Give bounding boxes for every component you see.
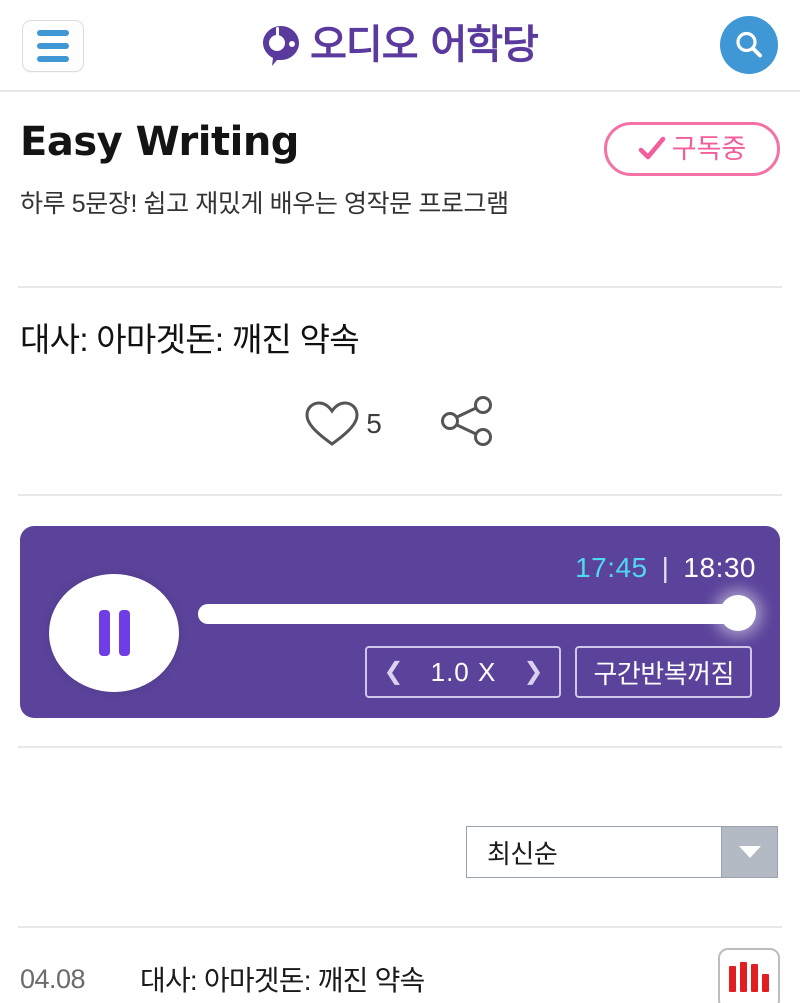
total-time: 18:30 xyxy=(683,552,756,584)
like-count: 5 xyxy=(366,407,382,439)
now-playing-button[interactable] xyxy=(718,948,780,1003)
pause-icon-bar xyxy=(118,610,130,657)
chevron-right-icon[interactable]: ❯ xyxy=(523,660,543,684)
brand-name: 오디오 어학당 xyxy=(310,22,539,68)
equalizer-playing-icon-bar xyxy=(729,966,736,993)
hamburger-icon-bar xyxy=(37,30,69,36)
check-icon xyxy=(638,136,665,160)
sort-order-select[interactable]: 최신순 xyxy=(466,826,778,879)
current-time: 17:45 xyxy=(575,552,648,584)
progress-slider[interactable] xyxy=(198,595,756,632)
share-button[interactable] xyxy=(438,395,496,452)
subscribe-status-label: 구독중 xyxy=(671,133,747,164)
list-item[interactable]: 04.08 대사: 아마겟돈: 깨진 약속 xyxy=(0,928,800,1003)
episode-title: 대사: 아마겟돈: 깨진 약속 xyxy=(20,320,360,358)
time-separator: | xyxy=(661,552,670,584)
progress-fill xyxy=(198,604,752,625)
playback-speed-control[interactable]: ❮ 1.0 X ❯ xyxy=(365,646,562,699)
program-description: 하루 5문장! 쉽고 재밌게 배우는 영작문 프로그램 xyxy=(20,190,509,218)
playback-speed-value: 1.0 X xyxy=(430,656,497,687)
caret-down-icon xyxy=(738,846,761,859)
program-header: Easy Writing 구독중 하루 5문장! 쉽고 재밌게 배우는 영작문 … xyxy=(0,92,800,222)
player-controls: ❮ 1.0 X ❯ 구간반복꺼짐 xyxy=(365,646,752,699)
top-bar: 오디오 어학당 xyxy=(0,0,800,92)
like-button[interactable]: 5 xyxy=(304,399,382,449)
episode-list: 04.08 대사: 아마겟돈: 깨진 약속 xyxy=(0,928,800,1003)
audio-speech-bubble-logo-icon xyxy=(263,26,300,66)
chevron-left-icon[interactable]: ❮ xyxy=(383,660,403,684)
share-icon xyxy=(440,396,492,447)
list-item-date: 04.08 xyxy=(20,963,86,994)
list-controls: 최신순 xyxy=(0,748,800,879)
ab-repeat-button[interactable]: 구간반복꺼짐 xyxy=(575,646,752,699)
play-pause-button[interactable] xyxy=(49,574,179,693)
episode-actions: 5 xyxy=(0,359,800,452)
time-display: 17:45 | 18:30 xyxy=(575,552,756,584)
heart-outline-icon xyxy=(305,401,359,446)
list-item-title: 대사: 아마겟돈: 깨진 약속 xyxy=(140,965,425,997)
equalizer-playing-icon-bar xyxy=(740,962,747,993)
search-icon xyxy=(736,31,762,58)
app-page: 오디오 어학당 Easy Writing 구독중 하루 5문장! 쉽고 재밌게 … xyxy=(0,0,800,1003)
hamburger-menu-button[interactable] xyxy=(22,20,84,72)
brand-logo: 오디오 어학당 xyxy=(0,23,800,67)
progress-knob[interactable] xyxy=(720,595,756,632)
subscribe-status-badge[interactable]: 구독중 xyxy=(604,122,780,176)
search-button[interactable] xyxy=(720,16,778,74)
equalizer-playing-icon-bar xyxy=(751,964,758,993)
sort-order-value: 최신순 xyxy=(487,838,558,869)
equalizer-playing-icon-bar xyxy=(762,974,769,993)
divider xyxy=(18,494,782,497)
sort-order-dropdown-button[interactable] xyxy=(721,827,777,878)
hamburger-icon-bar xyxy=(37,56,69,62)
hamburger-icon-bar xyxy=(37,43,69,49)
pause-icon-bar xyxy=(98,610,110,657)
audio-player: 17:45 | 18:30 ❮ 1.0 X ❯ 구간반복꺼짐 xyxy=(20,526,780,719)
